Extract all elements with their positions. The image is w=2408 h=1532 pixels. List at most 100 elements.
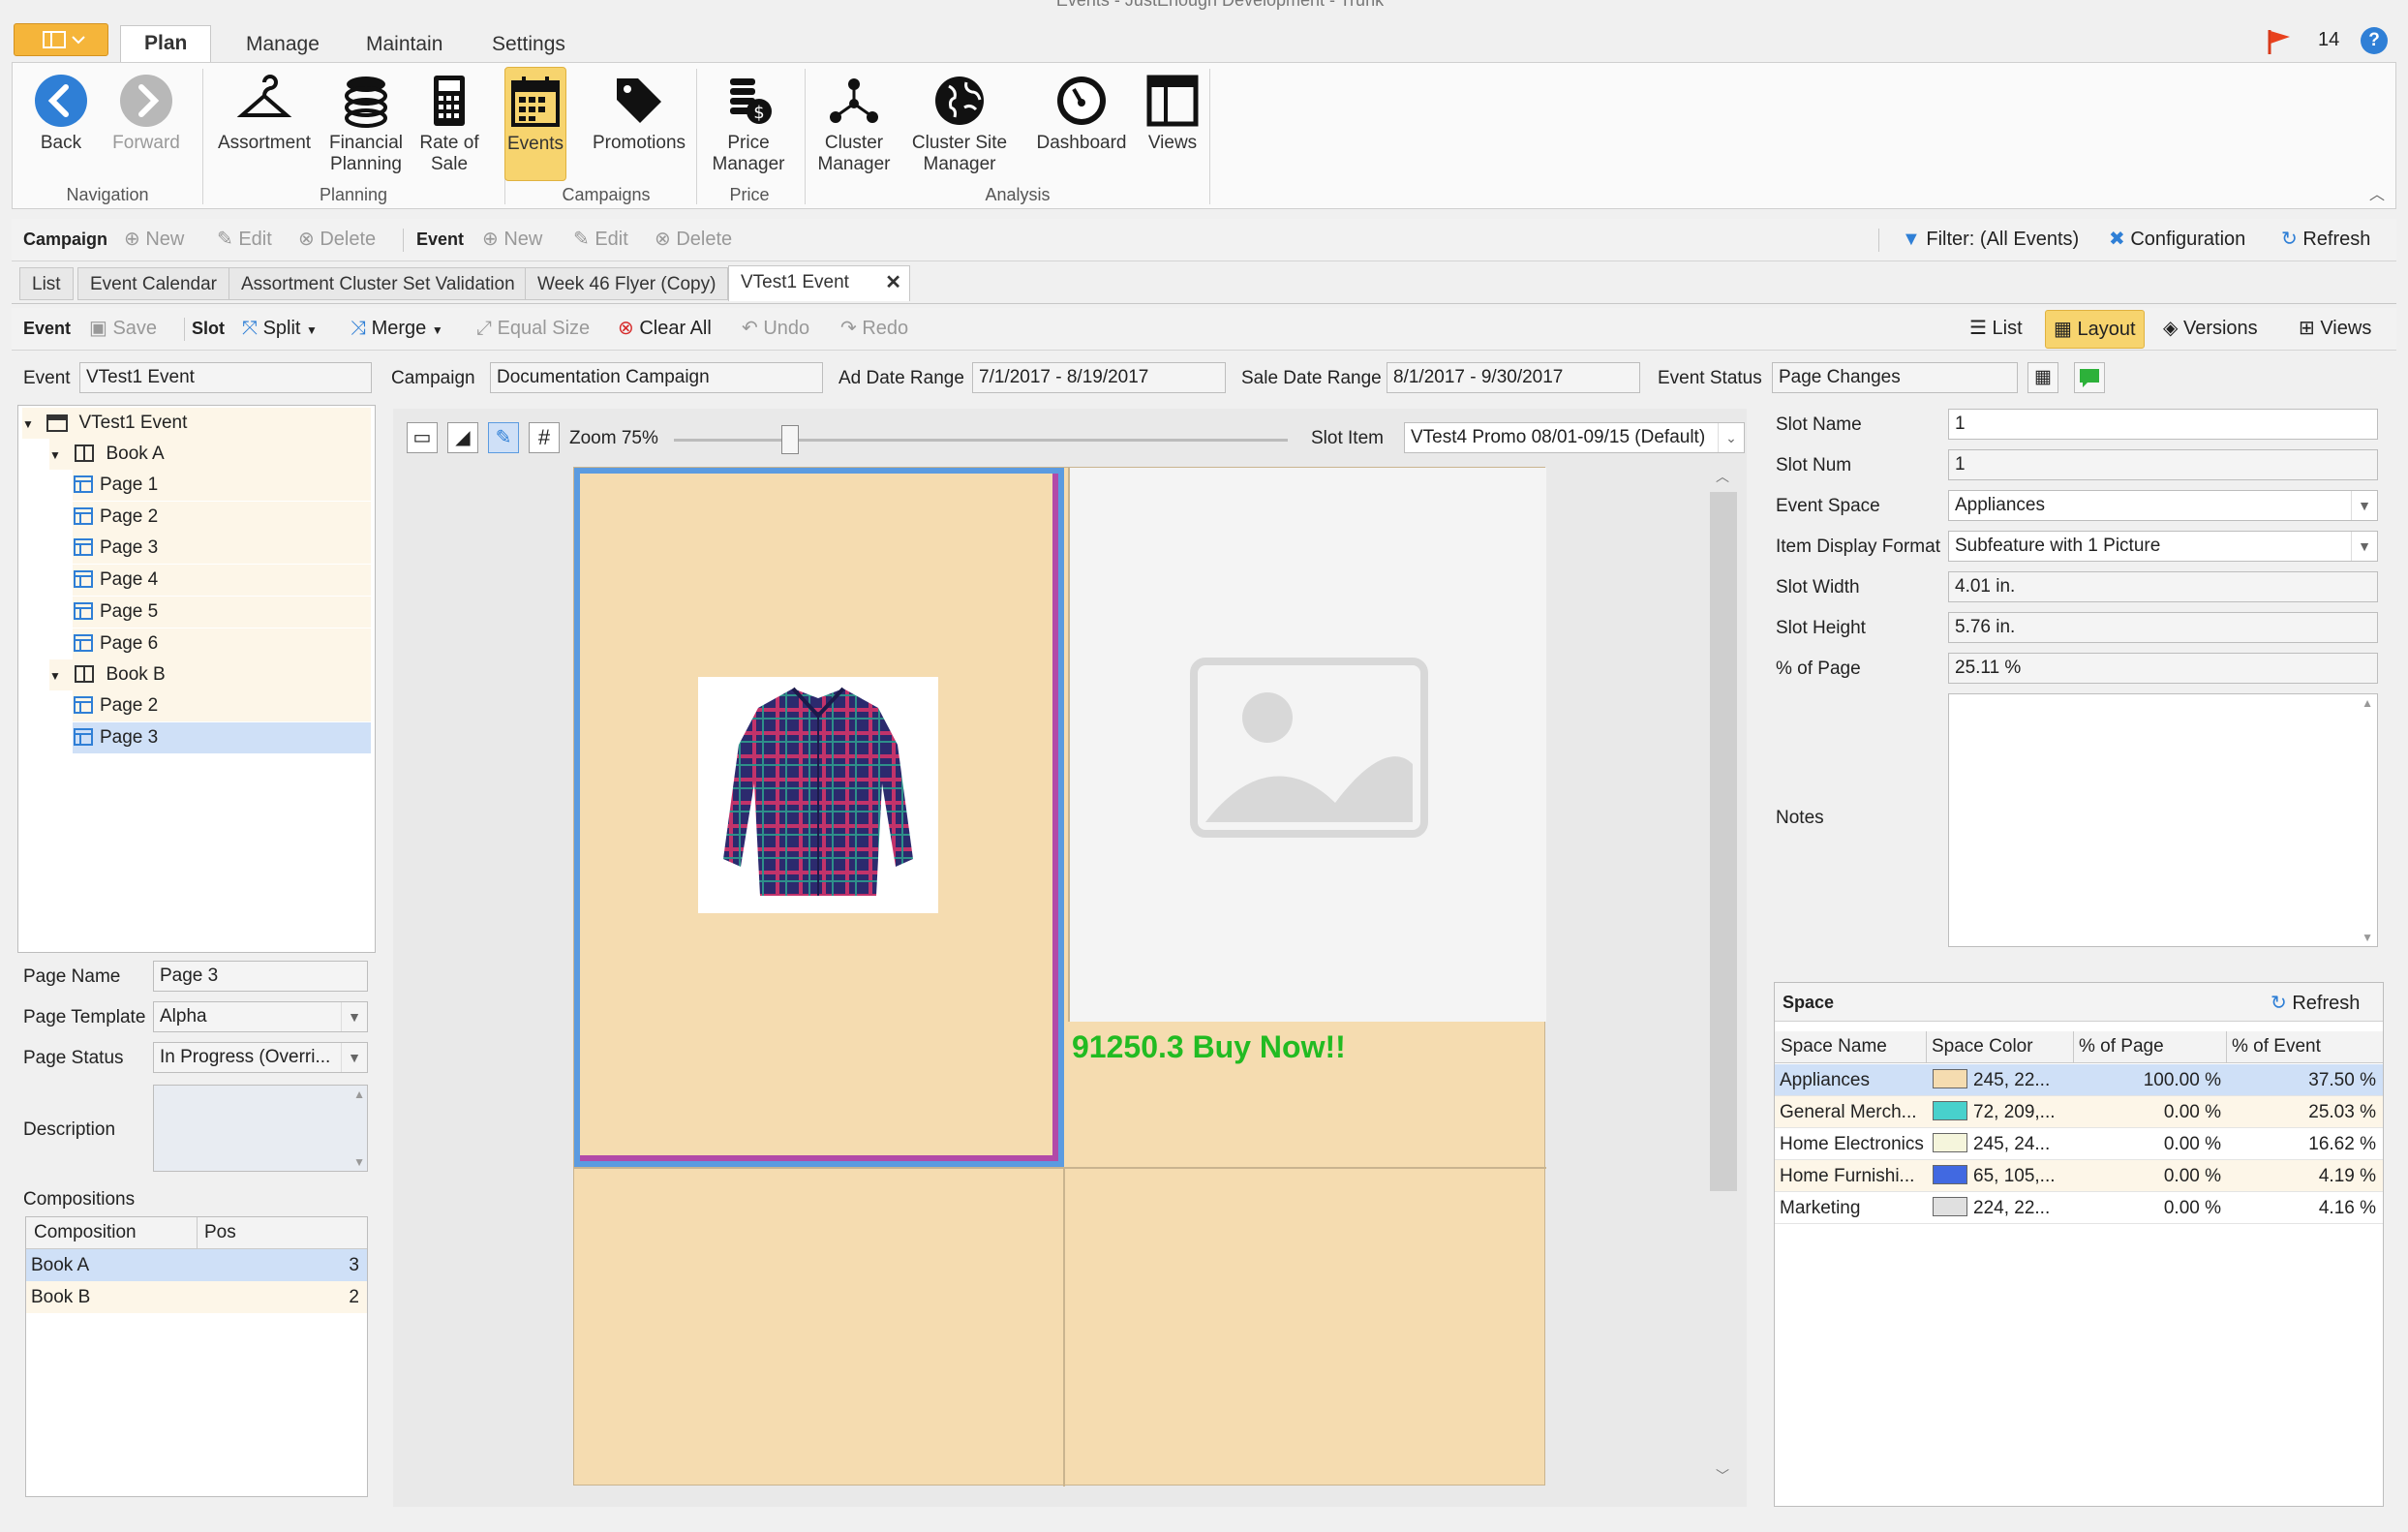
ad-date-range-field[interactable]: 7/1/2017 - 8/19/2017: [972, 362, 1226, 393]
versions-button[interactable]: ◈ Versions: [2163, 308, 2258, 349]
item-display-format-select[interactable]: Subfeature with 1 Picture ▼: [1948, 531, 2378, 562]
space-refresh-button[interactable]: ↻ Refresh: [2271, 991, 2360, 1015]
assortment-button[interactable]: Assortment: [206, 73, 322, 154]
tree-item-page[interactable]: Page 4: [73, 565, 371, 597]
clear-all-button[interactable]: ⊗ Clear All: [618, 308, 712, 349]
draw-icon[interactable]: ✎: [488, 422, 519, 453]
tree-item-event-root[interactable]: ▼ VTest1 Event: [22, 408, 371, 439]
event-space-select[interactable]: Appliances ▼: [1948, 490, 2378, 521]
cluster-site-manager-button[interactable]: Cluster Site Manager: [899, 73, 1020, 175]
scroll-down-icon[interactable]: ﹀: [1716, 1466, 1729, 1486]
price-manager-button[interactable]: $ Price Manager: [702, 73, 795, 175]
layout-view-button[interactable]: ▦ Layout: [2045, 310, 2145, 349]
column-header[interactable]: % of Event: [2232, 1031, 2321, 1062]
close-tab-icon[interactable]: ✕: [885, 266, 901, 299]
dashboard-button[interactable]: Dashboard: [1023, 73, 1140, 154]
sale-date-range-field[interactable]: 8/1/2017 - 9/30/2017: [1387, 362, 1640, 393]
refresh-button[interactable]: ↻ Refresh: [2281, 219, 2370, 260]
campaign-field[interactable]: Documentation Campaign: [490, 362, 823, 393]
table-row[interactable]: Home Electronics 245, 24... 0.00 % 16.62 %: [1775, 1128, 2383, 1160]
page-view-icon[interactable]: ▭: [407, 422, 438, 453]
help-icon[interactable]: ?: [2361, 27, 2388, 54]
scroll-up-icon[interactable]: ︿: [1716, 467, 1729, 486]
delete-campaign-button[interactable]: ⊗ Delete: [298, 219, 376, 260]
slot-2-image-placeholder[interactable]: [1068, 468, 1546, 1022]
crop-icon[interactable]: ◢: [447, 422, 478, 453]
table-row[interactable]: Marketing 224, 22... 0.00 % 4.16 %: [1775, 1192, 2383, 1224]
zoom-slider-track[interactable]: [674, 425, 1288, 454]
views-button[interactable]: Views: [1134, 73, 1211, 154]
scroll-up-icon[interactable]: ▲: [353, 1088, 365, 1101]
filter-button[interactable]: ▼ Filter: (All Events): [1902, 219, 2079, 260]
description-textarea[interactable]: ▲ ▼: [153, 1085, 368, 1172]
redo-button[interactable]: ↷ Redo: [840, 308, 908, 349]
scroll-down-icon[interactable]: ▼: [2362, 931, 2373, 944]
slot-1-selected[interactable]: [574, 468, 1064, 1167]
grid-icon[interactable]: #: [529, 422, 560, 453]
events-button[interactable]: Events: [504, 67, 566, 181]
tree-item-page[interactable]: Page 3: [73, 722, 371, 753]
cluster-manager-button[interactable]: Cluster Manager: [812, 73, 896, 175]
scroll-down-icon[interactable]: ▼: [353, 1155, 365, 1169]
column-header[interactable]: % of Page: [2079, 1031, 2164, 1062]
configuration-button[interactable]: ✖ Configuration: [2109, 219, 2245, 260]
new-event-button[interactable]: ⊕ New: [482, 219, 542, 260]
slot-name-field[interactable]: 1: [1948, 409, 2378, 440]
slot-item-select[interactable]: VTest4 Promo 08/01-09/15 (Default) ⌄: [1404, 422, 1745, 453]
tree-item-page[interactable]: Page 3: [73, 533, 371, 565]
calendar-picker-icon[interactable]: ▦: [2027, 362, 2058, 393]
table-row[interactable]: Home Furnishi... 65, 105,... 0.00 % 4.19 %: [1775, 1160, 2383, 1192]
edit-campaign-button[interactable]: ✎ Edit: [217, 219, 272, 260]
collapse-icon[interactable]: ▼: [22, 417, 34, 431]
column-header[interactable]: Pos: [204, 1217, 236, 1248]
zoom-slider-thumb[interactable]: [780, 425, 799, 454]
canvas-scrollbar[interactable]: ︿ ﹀: [1710, 467, 1737, 1486]
tab-maintain[interactable]: Maintain: [343, 27, 466, 62]
table-row[interactable]: Appliances 245, 22... 100.00 % 37.50 %: [1775, 1064, 2383, 1096]
save-button[interactable]: ▣ Save: [89, 308, 157, 349]
tree-item-page[interactable]: Page 2: [73, 690, 371, 721]
tab-plan[interactable]: Plan: [120, 25, 212, 65]
tab-list[interactable]: List: [19, 267, 74, 300]
split-button[interactable]: ⤧ Split ▼: [242, 308, 318, 349]
page-name-field[interactable]: Page 3: [153, 961, 368, 992]
slot-2-text-area[interactable]: 91250.3 Buy Now!!: [1068, 1022, 1546, 1167]
flag-icon[interactable]: [2264, 27, 2293, 56]
back-button[interactable]: Back: [22, 73, 100, 154]
merge-button[interactable]: ⤨ Merge ▼: [351, 308, 443, 349]
delete-event-button[interactable]: ⊗ Delete: [655, 219, 732, 260]
comment-icon[interactable]: [2074, 362, 2105, 393]
event-status-field[interactable]: Page Changes: [1772, 362, 2018, 393]
table-row[interactable]: General Merch... 72, 209,... 0.00 % 25.03 %: [1775, 1096, 2383, 1128]
views-toolbar-button[interactable]: ⊞ Views: [2299, 308, 2371, 349]
financial-planning-button[interactable]: Financial Planning: [320, 73, 411, 175]
tab-week-46-flyer[interactable]: Week 46 Flyer (Copy): [525, 267, 729, 300]
tab-settings[interactable]: Settings: [469, 27, 589, 62]
column-header[interactable]: Composition: [34, 1217, 137, 1248]
tab-vtest1-event[interactable]: VTest1 Event ✕: [728, 265, 910, 301]
new-campaign-button[interactable]: ⊕ New: [124, 219, 184, 260]
forward-button[interactable]: Forward: [100, 73, 193, 154]
promotions-button[interactable]: Promotions: [580, 73, 698, 154]
tree-item-page[interactable]: Page 1: [73, 470, 371, 501]
slot-3[interactable]: [574, 1169, 1063, 1485]
collapse-icon[interactable]: ▼: [49, 448, 61, 462]
slot-4[interactable]: [1065, 1169, 1545, 1485]
page-template-select[interactable]: Alpha ▼: [153, 1001, 368, 1032]
tab-assortment-cluster-set-validation[interactable]: Assortment Cluster Set Validation: [229, 267, 528, 300]
rate-of-sale-button[interactable]: Rate of Sale: [408, 73, 491, 175]
table-row[interactable]: Book A 3: [26, 1249, 367, 1281]
tab-manage[interactable]: Manage: [223, 27, 343, 62]
undo-button[interactable]: ↶ Undo: [742, 308, 809, 349]
equal-size-button[interactable]: ⤢ Equal Size: [476, 308, 590, 349]
collapse-icon[interactable]: ▼: [49, 669, 61, 683]
tab-event-calendar[interactable]: Event Calendar: [77, 267, 229, 300]
column-header[interactable]: Space Color: [1932, 1031, 2033, 1062]
tree-item-page[interactable]: Page 5: [73, 596, 371, 628]
table-row[interactable]: Book B 2: [26, 1281, 367, 1313]
tree-item-page[interactable]: Page 6: [73, 628, 371, 659]
page-status-select[interactable]: In Progress (Overri... ▼: [153, 1042, 368, 1073]
edit-event-button[interactable]: ✎ Edit: [573, 219, 628, 260]
tree-item-book-b[interactable]: ▼ Book B: [49, 659, 371, 690]
tree-item-book-a[interactable]: ▼ Book A: [49, 439, 371, 470]
